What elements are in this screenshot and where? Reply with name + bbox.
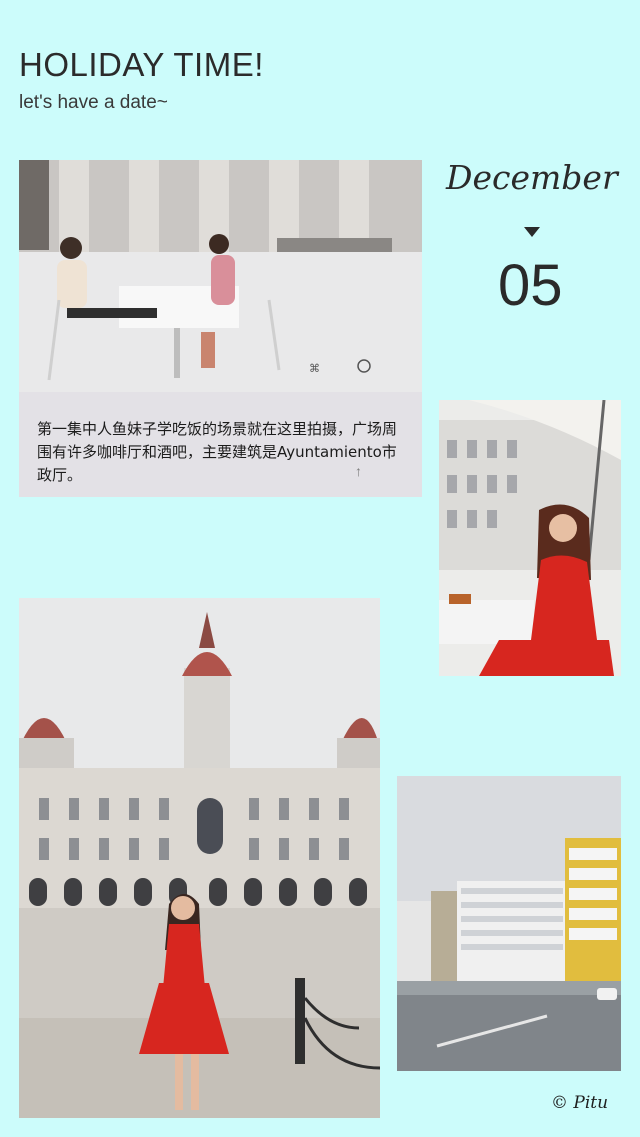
tv-scene-image: ⌘ [19, 160, 422, 392]
triangle-down-icon [524, 227, 540, 237]
date-day: 05 [498, 253, 563, 318]
date-month: December [446, 158, 618, 197]
photo-cafe-woman-red-dress[interactable] [439, 400, 621, 676]
page-subtitle: let's have a date~ [19, 92, 168, 113]
svg-text:⌘: ⌘ [309, 362, 320, 375]
cafe-image [439, 400, 621, 676]
city-hall-image [19, 598, 380, 1118]
photo-scene-with-caption[interactable]: ⌘ 第一集中人鱼妹子学吃饭的场景就在这里拍摄，广场周围有许多咖啡厅和酒吧，主要建… [19, 160, 422, 497]
arrow-up-icon: ↑ [355, 463, 362, 479]
photo-street-glass-galleries[interactable] [397, 776, 621, 1071]
scene-caption: 第一集中人鱼妹子学吃饭的场景就在这里拍摄，广场周围有许多咖啡厅和酒吧，主要建筑是… [37, 420, 398, 484]
photo-city-hall-plaza[interactable] [19, 598, 380, 1118]
street-image [397, 776, 621, 1071]
page-title: HOLIDAY TIME! [19, 46, 264, 83]
copyright-watermark: © Pitu [551, 1093, 609, 1113]
